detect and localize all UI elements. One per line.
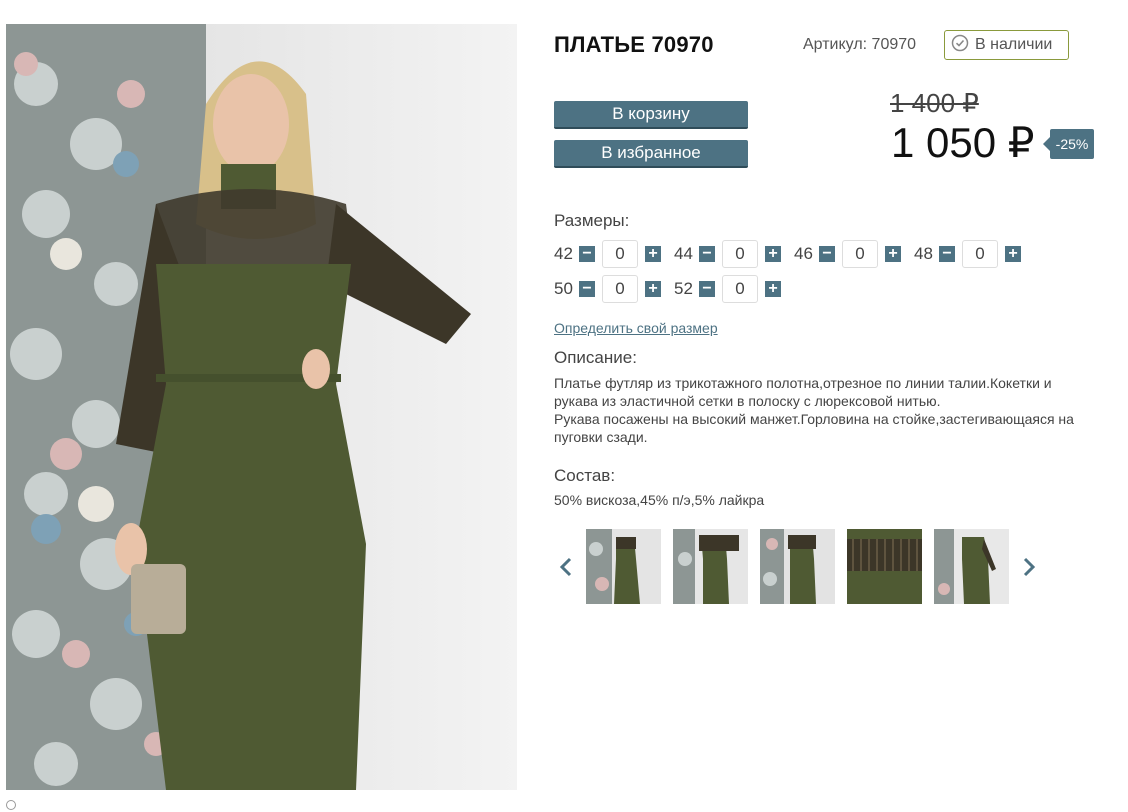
- decrease-button[interactable]: −: [699, 246, 715, 262]
- gallery-thumbnail[interactable]: [934, 529, 1009, 604]
- increase-button[interactable]: +: [885, 246, 901, 262]
- size-item-48: 48 − 0 +: [914, 240, 1024, 268]
- check-circle-icon: [951, 34, 969, 57]
- size-number: 50: [554, 279, 573, 298]
- chevron-left-icon[interactable]: [554, 555, 578, 579]
- description-label: Описание:: [554, 348, 637, 367]
- quantity-input[interactable]: 0: [962, 240, 998, 268]
- size-item-42: 42 − 0 +: [554, 240, 664, 268]
- sizes-label: Размеры:: [554, 211, 630, 230]
- size-item-44: 44 − 0 +: [674, 240, 784, 268]
- increase-button[interactable]: +: [645, 246, 661, 262]
- size-number: 48: [914, 244, 933, 263]
- product-title: ПЛАТЬЕ 70970: [554, 32, 714, 57]
- gallery-thumbnail[interactable]: [673, 529, 748, 604]
- add-to-favorites-button[interactable]: В избранное: [554, 140, 748, 168]
- description-text: Платье футляр из трикотажного полотна,от…: [554, 374, 1099, 446]
- size-row: 50 − 0 + 52 − 0 +: [554, 275, 794, 303]
- increase-button[interactable]: +: [765, 281, 781, 297]
- composition-value: 50% вискоза,45% п/э,5% лайкра: [554, 492, 765, 508]
- decrease-button[interactable]: −: [579, 246, 595, 262]
- find-size-link[interactable]: Определить свой размер: [554, 320, 718, 336]
- size-item-52: 52 − 0 +: [674, 275, 784, 303]
- size-item-50: 50 − 0 +: [554, 275, 664, 303]
- quantity-input[interactable]: 0: [722, 240, 758, 268]
- size-number: 44: [674, 244, 693, 263]
- main-product-photo[interactable]: [6, 24, 517, 790]
- gallery-thumbnail[interactable]: [586, 529, 661, 604]
- gallery-thumbnail[interactable]: [847, 529, 922, 604]
- composition-label: Состав:: [554, 466, 616, 485]
- gallery-thumbnail[interactable]: [760, 529, 835, 604]
- quantity-input[interactable]: 0: [602, 240, 638, 268]
- add-to-cart-button[interactable]: В корзину: [554, 101, 748, 129]
- thumbnail-gallery: [554, 529, 1041, 604]
- chevron-right-icon[interactable]: [1017, 555, 1041, 579]
- stock-status-label: В наличии: [975, 36, 1053, 53]
- old-price: 1 400 ₽: [890, 88, 979, 118]
- size-number: 46: [794, 244, 813, 263]
- quantity-input[interactable]: 0: [602, 275, 638, 303]
- decrease-button[interactable]: −: [939, 246, 955, 262]
- description-line: Рукава посажены на высокий манжет.Горлов…: [554, 411, 1074, 445]
- decrease-button[interactable]: −: [699, 281, 715, 297]
- size-row: 42 − 0 + 44 − 0 + 46 − 0 + 48 − 0 +: [554, 240, 1034, 268]
- quantity-input[interactable]: 0: [842, 240, 878, 268]
- size-number: 52: [674, 279, 693, 298]
- sku-label: Артикул: 70970: [803, 36, 917, 53]
- decrease-button[interactable]: −: [819, 246, 835, 262]
- description-line: Платье футляр из трикотажного полотна,от…: [554, 375, 1052, 409]
- footer-fragment: [6, 800, 16, 810]
- size-item-46: 46 − 0 +: [794, 240, 904, 268]
- increase-button[interactable]: +: [645, 281, 661, 297]
- discount-badge: -25%: [1043, 129, 1094, 159]
- current-price: 1 050 ₽: [891, 119, 1035, 166]
- size-number: 42: [554, 244, 573, 263]
- quantity-input[interactable]: 0: [722, 275, 758, 303]
- stock-status-badge: В наличии: [944, 30, 1069, 60]
- increase-button[interactable]: +: [765, 246, 781, 262]
- increase-button[interactable]: +: [1005, 246, 1021, 262]
- decrease-button[interactable]: −: [579, 281, 595, 297]
